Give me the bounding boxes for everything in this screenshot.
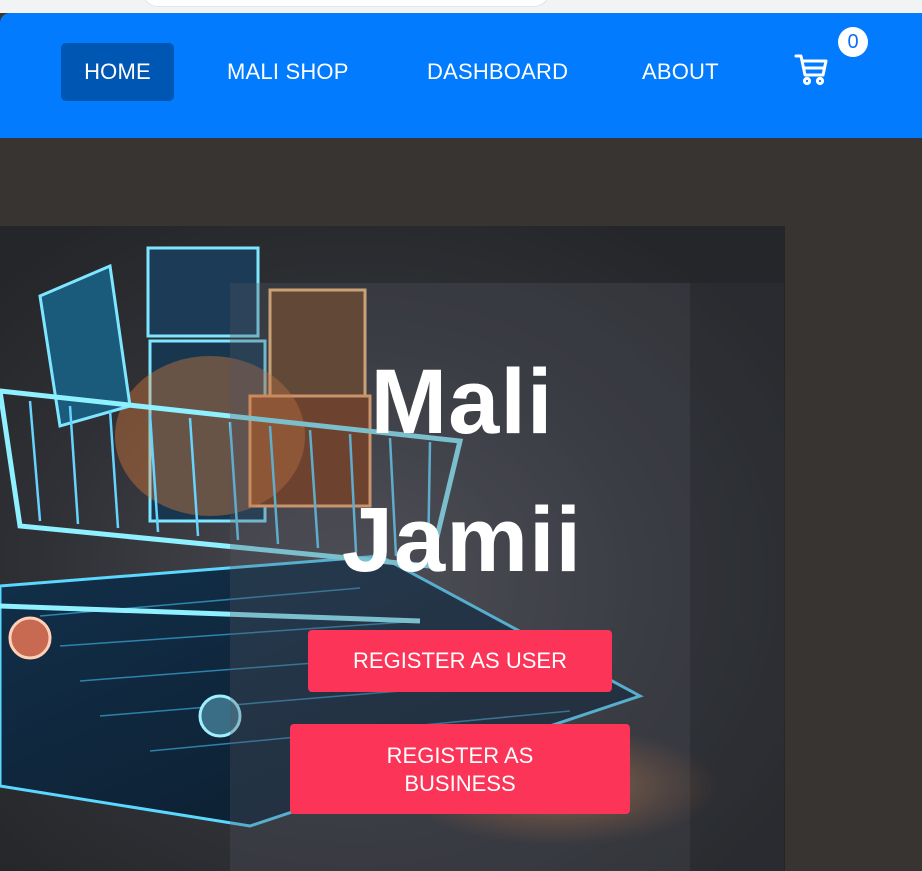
cart-count-badge: 0 xyxy=(838,27,868,57)
nav-mali-shop[interactable]: MALI SHOP xyxy=(227,43,349,101)
nav-home[interactable]: HOME xyxy=(61,43,174,101)
hero-section: Mali Jamii REGISTER AS USER REGISTER AS … xyxy=(0,138,922,871)
navbar: HOME MALI SHOP DASHBOARD ABOUT 0 xyxy=(0,13,922,138)
browser-tab-edge xyxy=(142,0,550,7)
register-business-button[interactable]: REGISTER AS BUSINESS xyxy=(290,724,630,814)
browser-top-strip xyxy=(0,0,922,13)
register-business-label: REGISTER AS BUSINESS xyxy=(386,743,534,796)
register-user-button[interactable]: REGISTER AS USER xyxy=(308,630,612,692)
nav-about[interactable]: ABOUT xyxy=(642,43,719,101)
hero-title-line-1: Mali xyxy=(370,351,554,453)
nav-dashboard[interactable]: DASHBOARD xyxy=(427,43,568,101)
cart-button[interactable] xyxy=(793,51,829,87)
shopping-cart-icon xyxy=(794,54,828,86)
hero-title-line-2: Jamii xyxy=(341,489,583,591)
